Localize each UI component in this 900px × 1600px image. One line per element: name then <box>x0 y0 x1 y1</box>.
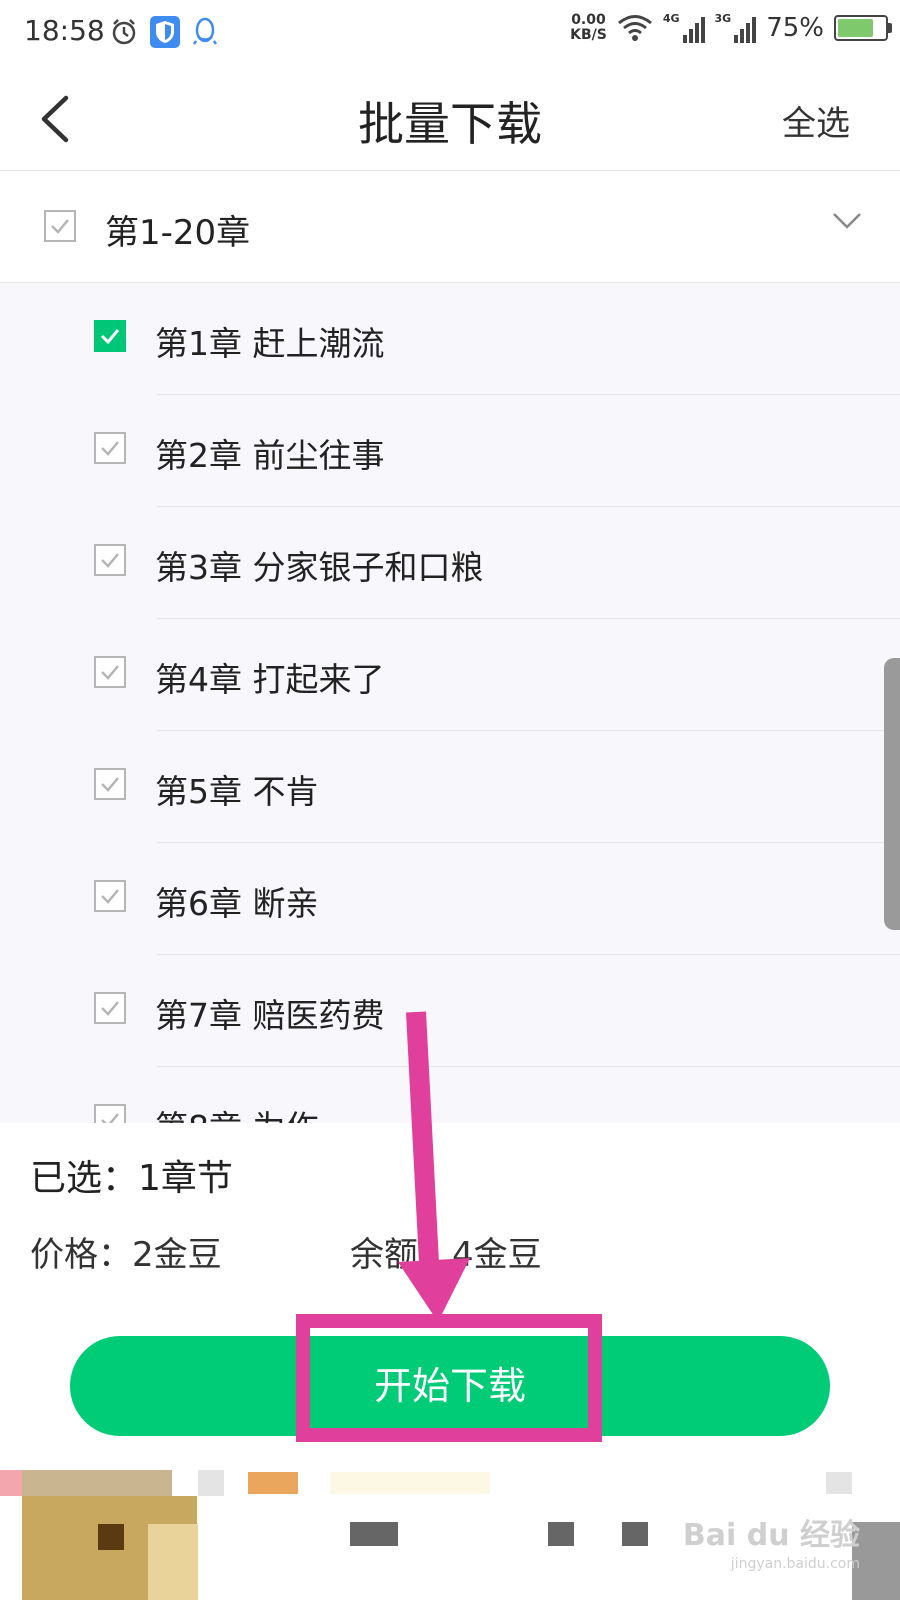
chapter-checkbox[interactable] <box>94 544 126 576</box>
chapter-item[interactable]: 第1章 赶上潮流 <box>0 283 900 395</box>
chapter-item[interactable]: 第3章 分家银子和口粮 <box>0 507 900 619</box>
chapter-item[interactable]: 第2章 前尘往事 <box>0 395 900 507</box>
qq-penguin-icon <box>192 17 218 45</box>
check-icon <box>101 889 119 904</box>
check-icon <box>101 777 119 792</box>
baidu-watermark: Bai du 经验 <box>682 1518 860 1553</box>
chapter-item[interactable]: 第7章 赔医药费 <box>0 955 900 1067</box>
chapter-label: 第6章 断亲 <box>155 884 319 923</box>
wifi-icon <box>617 14 652 41</box>
check-icon <box>101 441 119 456</box>
chapter-label: 第2章 前尘往事 <box>155 436 385 475</box>
chapter-item[interactable]: 第8章 为作 <box>0 1067 900 1123</box>
chapter-checkbox[interactable] <box>94 768 126 800</box>
chapter-checkbox[interactable] <box>94 432 126 464</box>
check-icon <box>100 329 120 345</box>
scrollbar-thumb[interactable] <box>884 658 900 930</box>
net-speed: 0.00 KB/S <box>570 11 607 43</box>
signal-3g-label: 3G <box>714 12 732 25</box>
chapter-label: 第4章 打起来了 <box>155 660 385 699</box>
signal-4g-label: 4G <box>662 12 680 25</box>
check-icon <box>101 553 119 568</box>
chapter-checkbox[interactable] <box>94 992 126 1024</box>
annotation-highlight-box <box>296 1314 602 1442</box>
chapter-checkbox[interactable] <box>94 880 126 912</box>
app-header: 批量下载 全选 <box>0 66 900 171</box>
check-icon <box>51 219 69 234</box>
signal-3g: 3G <box>715 12 757 43</box>
signal-4g: 4G <box>663 12 705 43</box>
net-speed-value: 0.00 <box>571 11 606 28</box>
net-speed-unit: KB/S <box>570 26 607 43</box>
chapter-checkbox[interactable] <box>94 1104 126 1123</box>
price-text: 价格：2金豆 <box>30 1235 222 1275</box>
status-bar: 18:58 0.00 KB/S 4G 3G 75% <box>0 0 900 66</box>
battery-icon <box>834 14 892 41</box>
status-left-icons <box>110 16 218 48</box>
select-all-button[interactable]: 全选 <box>782 96 850 145</box>
balance-text: 余额：4金豆 <box>350 1235 542 1275</box>
chevron-down-icon[interactable] <box>832 212 862 230</box>
shield-icon <box>150 16 180 48</box>
battery-percent: 75% <box>766 12 824 43</box>
chapter-item[interactable]: 第5章 不肯 <box>0 731 900 843</box>
signal-bars-icon <box>682 17 705 43</box>
chapter-checkbox[interactable] <box>94 656 126 688</box>
chapter-checkbox[interactable] <box>94 320 126 352</box>
alarm-icon <box>112 19 136 45</box>
chapter-item[interactable]: 第6章 断亲 <box>0 843 900 955</box>
chapter-label: 第8章 为作 <box>155 1101 319 1123</box>
battery-fill <box>838 18 873 37</box>
chapter-group-row[interactable]: 第1-20章 <box>0 172 900 283</box>
chapter-label: 第3章 分家银子和口粮 <box>155 548 484 587</box>
group-checkbox[interactable] <box>44 210 76 242</box>
chapter-label: 第7章 赔医药费 <box>155 996 385 1035</box>
chapter-item[interactable]: 第4章 打起来了 <box>0 619 900 731</box>
chapter-label: 第5章 不肯 <box>155 772 319 811</box>
chapter-list[interactable]: 第1章 赶上潮流 第2章 前尘往事 第3章 分家银子和口粮 第4章 打起来了 第… <box>0 283 900 1123</box>
status-time: 18:58 <box>24 14 105 47</box>
selected-count: 已选：1章节 <box>30 1158 233 1199</box>
check-icon <box>101 1001 119 1016</box>
status-right-icons: 0.00 KB/S 4G 3G 75% <box>570 11 892 43</box>
check-icon <box>101 1113 119 1123</box>
chapter-label: 第1章 赶上潮流 <box>155 324 385 363</box>
group-label: 第1-20章 <box>105 213 251 253</box>
check-icon <box>101 665 119 680</box>
baidu-watermark-url: jingyan.baidu.com <box>730 1556 860 1572</box>
page-title: 批量下载 <box>358 97 542 151</box>
signal-bars-icon <box>734 17 757 43</box>
